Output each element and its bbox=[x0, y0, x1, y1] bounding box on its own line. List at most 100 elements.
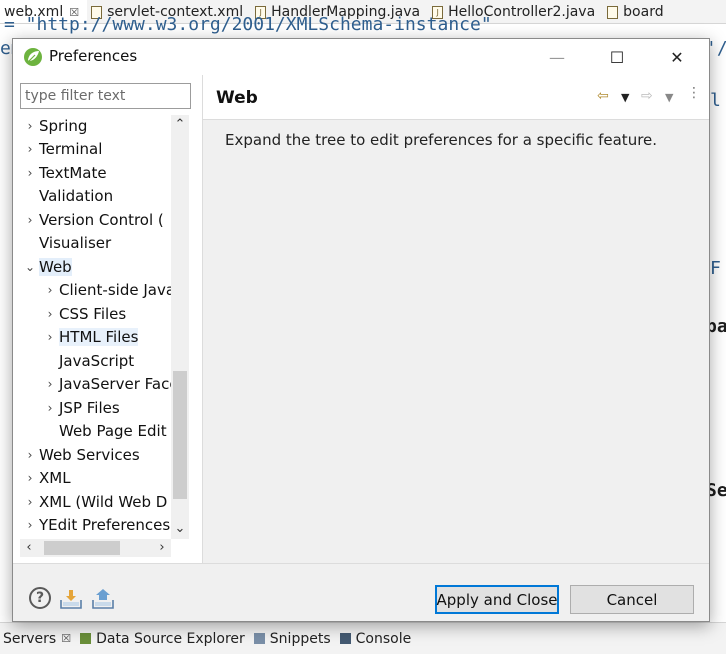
scroll-left-icon[interactable]: ‹ bbox=[20, 539, 38, 557]
tab-label: Data Source Explorer bbox=[96, 630, 245, 647]
chevron-down-icon[interactable]: ⌄ bbox=[21, 260, 39, 274]
chevron-right-icon[interactable]: › bbox=[41, 401, 59, 415]
tree-item-xml[interactable]: › XML bbox=[21, 467, 71, 489]
back-menu-icon[interactable]: ▼ bbox=[621, 91, 629, 104]
help-icon[interactable]: ? bbox=[29, 587, 51, 609]
chevron-right-icon[interactable]: › bbox=[21, 213, 39, 227]
tree-item-jsp-files[interactable]: › JSP Files bbox=[41, 397, 120, 419]
chevron-right-icon[interactable]: › bbox=[41, 377, 59, 391]
tree-item-label: Visualiser bbox=[39, 234, 112, 252]
scroll-up-icon[interactable]: ⌃ bbox=[171, 115, 189, 135]
tree-item-css-files[interactable]: › CSS Files bbox=[41, 303, 127, 325]
code-text: = "http://www.w3.org/2001/XMLSchema-inst… bbox=[4, 14, 492, 35]
tree-item-terminal[interactable]: › Terminal bbox=[21, 138, 103, 160]
tab-console[interactable]: Console bbox=[337, 631, 418, 647]
scroll-right-icon[interactable]: › bbox=[153, 539, 171, 557]
tree-item-label: XML bbox=[39, 469, 71, 487]
database-icon bbox=[80, 633, 92, 644]
tree-item-label: JavaServer Face bbox=[59, 375, 171, 393]
tree-vertical-scrollbar[interactable]: ⌃ ⌄ bbox=[171, 115, 189, 539]
tree-item-label: Web bbox=[39, 258, 72, 276]
tree-item-web[interactable]: ⌄ Web bbox=[21, 256, 72, 278]
tree-item-html-files[interactable]: › HTML Files bbox=[41, 326, 139, 348]
apply-and-close-button[interactable]: Apply and Close bbox=[435, 585, 559, 614]
tree-horizontal-scrollbar[interactable]: ‹ › bbox=[20, 539, 171, 557]
tree-item-textmate[interactable]: › TextMate bbox=[21, 162, 107, 184]
tree-item-label: HTML Files bbox=[59, 328, 139, 346]
tree-item-label: Version Control ( bbox=[39, 211, 164, 229]
spring-leaf-icon bbox=[24, 48, 42, 66]
preference-page: Web ⇦ ▼ ⇨ ▼ ⋮ Expand the tree to edit pr… bbox=[203, 75, 709, 563]
dialog-title: Preferences bbox=[49, 47, 138, 65]
tab-label: Servers bbox=[3, 630, 57, 647]
tab-label: Snippets bbox=[269, 630, 331, 647]
close-icon[interactable]: ☒ bbox=[61, 632, 71, 645]
chevron-right-icon[interactable]: › bbox=[21, 166, 39, 180]
tree-item-label: CSS Files bbox=[59, 305, 127, 323]
snippets-icon bbox=[253, 633, 265, 644]
chevron-right-icon[interactable]: › bbox=[21, 495, 39, 509]
console-icon bbox=[339, 633, 351, 644]
tree-item-spring[interactable]: › Spring bbox=[21, 115, 88, 137]
tree-item-javascript[interactable]: JavaScript bbox=[41, 350, 134, 372]
page-description: Expand the tree to edit preferences for … bbox=[225, 131, 658, 149]
minimize-button[interactable]: — bbox=[527, 39, 587, 75]
tree-item-label: Terminal bbox=[39, 140, 103, 158]
close-button[interactable]: ✕ bbox=[647, 39, 707, 75]
tab-snippets[interactable]: Snippets bbox=[251, 631, 337, 647]
cancel-button[interactable]: Cancel bbox=[570, 585, 694, 614]
code-text: F bbox=[710, 258, 721, 279]
chevron-right-icon[interactable]: › bbox=[21, 142, 39, 156]
java-file-icon bbox=[607, 5, 619, 19]
tree-item-label: TextMate bbox=[39, 164, 107, 182]
chevron-right-icon[interactable]: › bbox=[21, 471, 39, 485]
tab-data-source-explorer[interactable]: Data Source Explorer bbox=[77, 631, 251, 647]
forward-menu-icon[interactable]: ▼ bbox=[665, 91, 673, 104]
chevron-right-icon[interactable]: › bbox=[21, 518, 39, 532]
tree-item-web-services[interactable]: › Web Services bbox=[21, 444, 140, 466]
tree-item-validation[interactable]: Validation bbox=[21, 185, 113, 207]
back-arrow-icon[interactable]: ⇦ bbox=[597, 88, 609, 104]
close-icon: ✕ bbox=[670, 47, 684, 67]
scroll-down-icon[interactable]: ⌄ bbox=[171, 519, 189, 539]
tab-label: Console bbox=[355, 630, 412, 647]
preferences-dialog: Preferences — ☐ ✕ › Spring › Terminal › … bbox=[12, 38, 710, 622]
tree-item-label: XML (Wild Web D bbox=[39, 493, 168, 511]
minimize-icon: — bbox=[549, 47, 565, 67]
export-icon[interactable] bbox=[91, 588, 115, 610]
tree-item-javaserver-faces[interactable]: › JavaServer Face bbox=[41, 373, 171, 395]
tree-item-label: Spring bbox=[39, 117, 88, 135]
chevron-right-icon[interactable]: › bbox=[41, 330, 59, 344]
editor-tab-board[interactable]: board bbox=[603, 0, 671, 23]
chevron-right-icon[interactable]: › bbox=[21, 119, 39, 133]
import-icon[interactable] bbox=[59, 588, 83, 610]
chevron-right-icon[interactable]: › bbox=[21, 448, 39, 462]
tree-item-label: Web Services bbox=[39, 446, 140, 464]
scrollbar-thumb[interactable] bbox=[44, 541, 120, 555]
tree-item-xml-wild-web[interactable]: › XML (Wild Web D bbox=[21, 491, 168, 513]
tree-item-label: Web Page Edit bbox=[59, 422, 167, 440]
more-options-icon[interactable]: ⋮ bbox=[687, 85, 701, 101]
maximize-button[interactable]: ☐ bbox=[587, 39, 647, 75]
tab-servers[interactable]: Servers ☒ bbox=[0, 631, 77, 647]
code-text: l bbox=[710, 90, 721, 111]
scrollbar-thumb[interactable] bbox=[173, 371, 187, 499]
preferences-tree: › Spring › Terminal › TextMate Validatio… bbox=[13, 115, 171, 539]
tree-item-visualiser[interactable]: Visualiser bbox=[21, 232, 111, 254]
tree-item-yedit-preferences[interactable]: › YEdit Preferences bbox=[21, 514, 171, 536]
tree-item-label: Client-side Java bbox=[59, 281, 171, 299]
chevron-right-icon[interactable]: › bbox=[41, 307, 59, 321]
filter-input[interactable] bbox=[20, 83, 191, 109]
bottom-view-tabs: Servers ☒ Data Source Explorer Snippets … bbox=[0, 622, 726, 654]
tree-item-label: JSP Files bbox=[59, 399, 120, 417]
page-header: Web ⇦ ▼ ⇨ ▼ ⋮ bbox=[203, 75, 709, 120]
tree-item-label: JavaScript bbox=[59, 352, 135, 370]
tree-item-label: YEdit Preferences bbox=[39, 516, 171, 534]
dialog-titlebar[interactable]: Preferences — ☐ ✕ bbox=[13, 39, 709, 75]
tree-item-version-control[interactable]: › Version Control ( bbox=[21, 209, 164, 231]
chevron-right-icon[interactable]: › bbox=[41, 283, 59, 297]
tree-item-client-side-java[interactable]: › Client-side Java bbox=[41, 279, 171, 301]
forward-arrow-icon[interactable]: ⇨ bbox=[641, 88, 653, 104]
tree-item-web-page-editor[interactable]: Web Page Edit bbox=[41, 420, 167, 442]
preferences-tree-pane: › Spring › Terminal › TextMate Validatio… bbox=[13, 75, 202, 563]
